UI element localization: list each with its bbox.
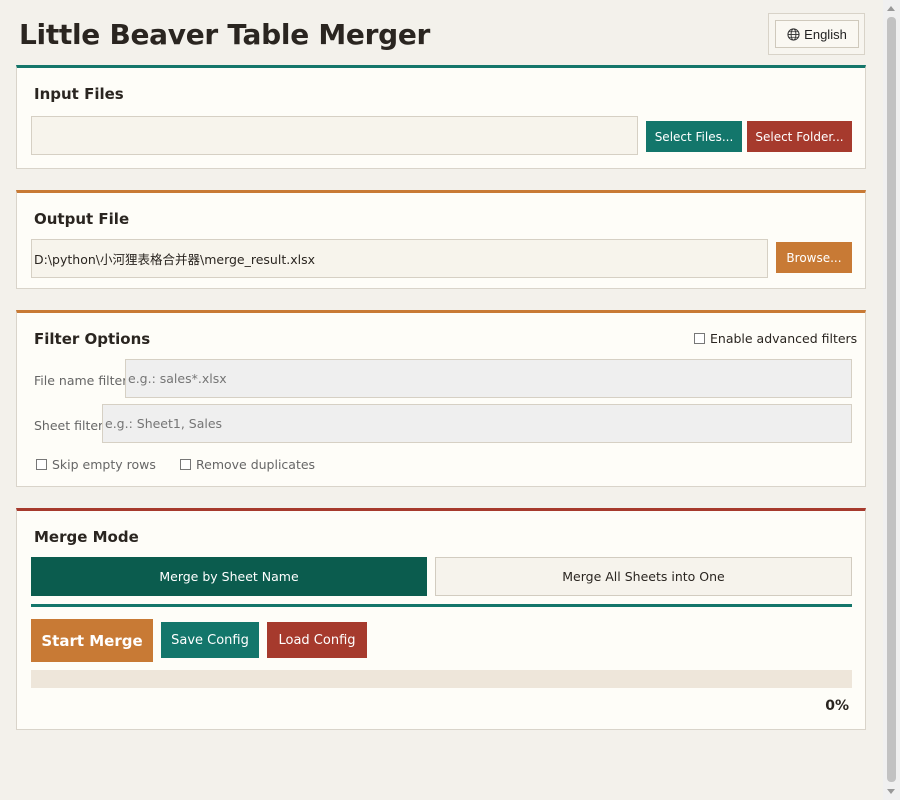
select-files-button[interactable]: Select Files... — [646, 121, 742, 152]
skip-empty-rows-label: Skip empty rows — [52, 457, 156, 472]
input-files-panel: Input Files Select Files... Select Folde… — [16, 65, 866, 169]
language-frame: English — [768, 13, 865, 55]
select-folder-button[interactable]: Select Folder... — [747, 121, 852, 152]
app-title: Little Beaver Table Merger — [19, 18, 431, 51]
load-config-button[interactable]: Load Config — [267, 622, 367, 658]
output-file-path-field[interactable]: D:\python\小河狸表格合并器\merge_result.xlsx — [31, 239, 768, 278]
language-button[interactable]: English — [775, 20, 859, 48]
filter-options-title: Filter Options — [34, 330, 151, 348]
language-label: English — [804, 26, 847, 42]
start-merge-button[interactable]: Start Merge — [31, 619, 153, 662]
merge-mode-panel: Merge Mode Merge by Sheet Name Merge All… — [16, 508, 866, 730]
scroll-up-arrow-icon[interactable] — [887, 6, 895, 11]
progress-percent: 0% — [825, 698, 849, 714]
scroll-down-arrow-icon[interactable] — [887, 789, 895, 794]
checkbox-box[interactable] — [180, 459, 191, 470]
save-config-button[interactable]: Save Config — [161, 622, 259, 658]
scrollbar-thumb[interactable] — [887, 17, 896, 782]
file-name-filter-label: File name filter: — [34, 373, 132, 388]
progress-bar — [31, 670, 852, 688]
browse-button[interactable]: Browse... — [776, 242, 852, 273]
output-file-title: Output File — [34, 210, 130, 228]
checkbox-box[interactable] — [694, 333, 705, 344]
input-files-path-field[interactable] — [31, 116, 638, 155]
remove-duplicates-label: Remove duplicates — [196, 457, 316, 472]
sheet-filter-input[interactable] — [102, 404, 852, 443]
merge-all-sheets-button[interactable]: Merge All Sheets into One — [435, 557, 852, 596]
globe-icon — [787, 27, 800, 41]
merge-by-sheet-name-button[interactable]: Merge by Sheet Name — [31, 557, 427, 596]
input-files-title: Input Files — [34, 85, 124, 103]
remove-duplicates-checkbox[interactable]: Remove duplicates — [180, 457, 315, 472]
vertical-scrollbar[interactable] — [883, 0, 900, 800]
checkbox-box[interactable] — [36, 459, 47, 470]
filter-options-panel: Filter Options Enable advanced filters F… — [16, 310, 866, 487]
skip-empty-rows-checkbox[interactable]: Skip empty rows — [36, 457, 156, 472]
file-name-filter-input[interactable] — [125, 359, 852, 398]
output-file-panel: Output File D:\python\小河狸表格合并器\merge_res… — [16, 190, 866, 289]
sheet-filter-label: Sheet filter: — [34, 418, 108, 433]
merge-mode-title: Merge Mode — [34, 528, 139, 546]
enable-advanced-filters-label: Enable advanced filters — [710, 331, 858, 346]
merge-mode-divider — [31, 604, 852, 607]
enable-advanced-filters-checkbox[interactable]: Enable advanced filters — [694, 331, 857, 346]
